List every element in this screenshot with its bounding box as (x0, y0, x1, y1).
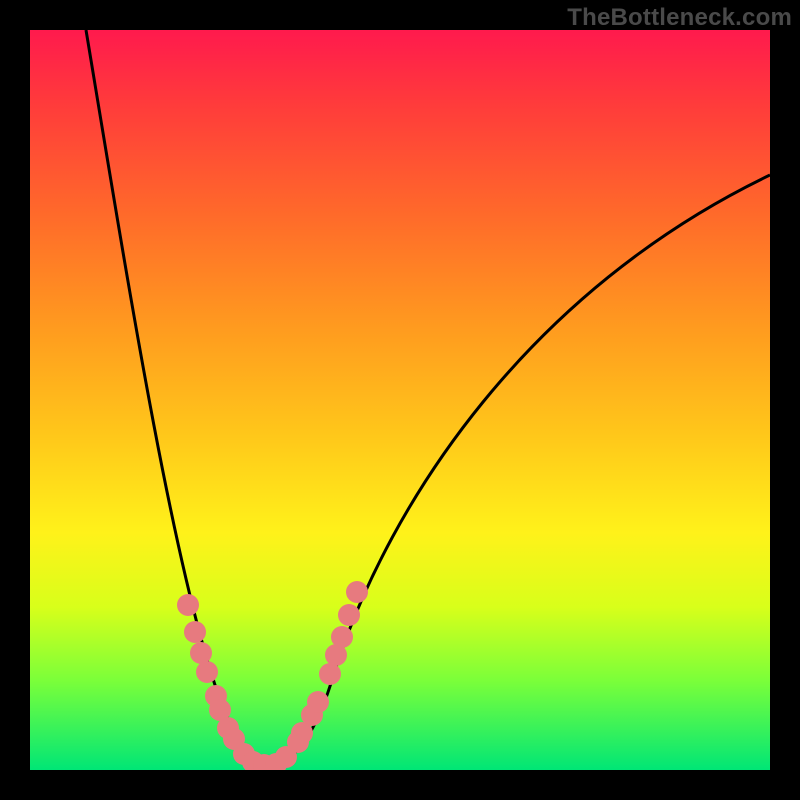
watermark-text: TheBottleneck.com (567, 4, 792, 32)
curve-marker (184, 621, 206, 643)
curve-marker (177, 594, 199, 616)
curve-path (86, 30, 770, 765)
curve-marker (331, 626, 353, 648)
bottleneck-curve (30, 30, 770, 770)
chart-area (30, 30, 770, 770)
curve-marker (338, 604, 360, 626)
curve-marker (346, 581, 368, 603)
curve-marker (196, 661, 218, 683)
outer-frame: TheBottleneck.com (0, 0, 800, 800)
curve-marker (319, 663, 341, 685)
curve-marker (307, 691, 329, 713)
